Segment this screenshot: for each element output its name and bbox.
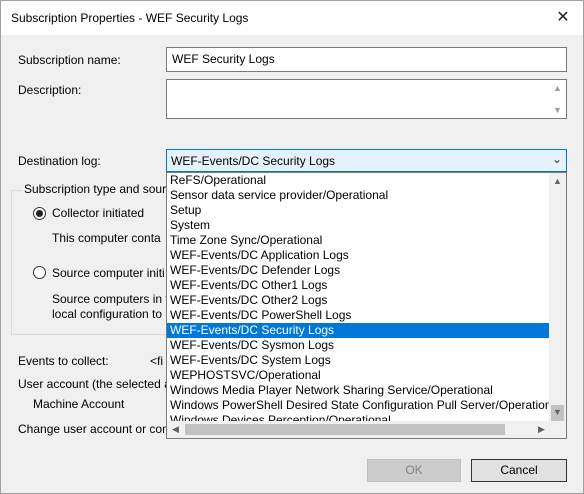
user-account-value: Machine Account (33, 397, 125, 411)
dropdown-item[interactable]: WEF-Events/DC Security Logs (167, 323, 550, 338)
destination-log-combobox[interactable]: WEF-Events/DC Security Logs ⌄ (166, 149, 567, 172)
dropdown-item[interactable]: Setup (167, 203, 550, 218)
scroll-up-icon[interactable]: ▲ (549, 81, 566, 95)
source-initiated-description-line2: local configuration to (52, 307, 163, 321)
subscription-name-input[interactable]: WEF Security Logs (166, 47, 567, 72)
description-input[interactable]: ▲ ▼ (166, 79, 567, 119)
user-account-label: User account (the selected a (18, 377, 171, 391)
destination-log-label: Destination log: (18, 154, 101, 168)
dropdown-horizontal-scrollbar[interactable]: ◀ ▶ (167, 421, 550, 438)
window-title: Subscription Properties - WEF Security L… (11, 11, 249, 25)
subscription-type-title: Subscription type and sour (22, 182, 169, 196)
collector-initiated-label[interactable]: Collector initiated (52, 206, 144, 220)
dropdown-item[interactable]: WEF-Events/DC System Logs (167, 353, 550, 368)
ok-button[interactable]: OK (367, 459, 461, 482)
subscription-name-label: Subscription name: (18, 53, 121, 67)
source-initiated-description-line1: Source computers in t (52, 292, 169, 306)
title-bar: Subscription Properties - WEF Security L… (1, 1, 583, 35)
dropdown-item[interactable]: WEF-Events/DC PowerShell Logs (167, 308, 550, 323)
scroll-right-icon[interactable]: ▶ (533, 421, 550, 438)
radio-selected-dot (36, 210, 43, 217)
destination-log-value: WEF-Events/DC Security Logs (171, 154, 336, 168)
collector-initiated-description: This computer conta (52, 231, 161, 245)
dropdown-item[interactable]: Windows PowerShell Desired State Configu… (167, 398, 550, 413)
dropdown-item[interactable]: System (167, 218, 550, 233)
scroll-down-icon[interactable]: ▼ (549, 404, 566, 421)
source-initiated-label[interactable]: Source computer initi (52, 266, 165, 280)
events-to-collect-label: Events to collect: (18, 354, 109, 368)
events-to-collect-value: <fi (150, 354, 164, 368)
scrollbar-corner (549, 421, 566, 438)
description-label: Description: (18, 83, 82, 97)
source-initiated-radio[interactable] (33, 266, 46, 279)
horizontal-scroll-thumb[interactable] (185, 424, 505, 435)
dropdown-item[interactable]: WEF-Events/DC Defender Logs (167, 263, 550, 278)
close-icon[interactable]: ✕ (549, 5, 577, 31)
subscription-properties-dialog: Subscription Properties - WEF Security L… (0, 0, 584, 494)
scroll-left-icon[interactable]: ◀ (167, 421, 184, 438)
scroll-down-icon[interactable]: ▼ (549, 103, 566, 117)
dropdown-item[interactable]: Sensor data service provider/Operational (167, 188, 550, 203)
dropdown-item[interactable]: Windows Media Player Network Sharing Ser… (167, 383, 550, 398)
scroll-up-icon[interactable]: ▲ (549, 173, 566, 190)
change-user-account-label: Change user account or con (18, 422, 169, 436)
collector-initiated-radio[interactable] (33, 207, 46, 220)
dropdown-items: ReFS/Operational Sensor data service prov… (167, 173, 550, 428)
dropdown-item[interactable]: WEF-Events/DC Other1 Logs (167, 278, 550, 293)
dropdown-item[interactable]: ReFS/Operational (167, 173, 550, 188)
chevron-down-icon[interactable]: ⌄ (552, 152, 562, 166)
cancel-button[interactable]: Cancel (471, 459, 567, 482)
dropdown-vertical-scrollbar[interactable]: ▲ ▼ (549, 173, 566, 438)
destination-log-dropdown-list[interactable]: ReFS/Operational Sensor data service prov… (166, 172, 567, 439)
dropdown-item[interactable]: Time Zone Sync/Operational (167, 233, 550, 248)
dropdown-item[interactable]: WEF-Events/DC Sysmon Logs (167, 338, 550, 353)
dropdown-item[interactable]: WEPHOSTSVC/Operational (167, 368, 550, 383)
dropdown-item[interactable]: WEF-Events/DC Application Logs (167, 248, 550, 263)
description-scrollbar[interactable]: ▲ ▼ (549, 80, 566, 118)
dropdown-item[interactable]: WEF-Events/DC Other2 Logs (167, 293, 550, 308)
